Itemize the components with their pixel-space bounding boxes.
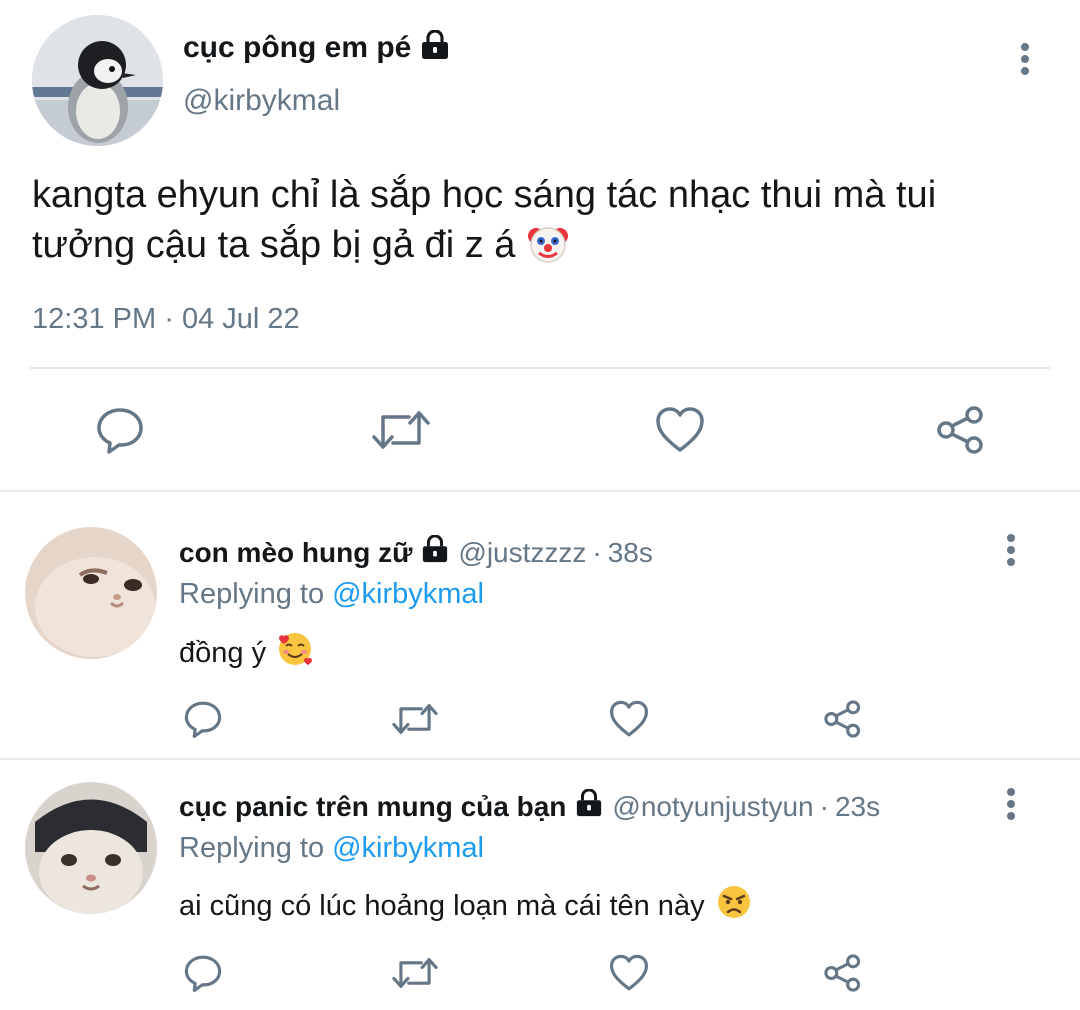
reply-timestamp[interactable]: 38s (608, 537, 653, 569)
penguin-avatar-image (32, 15, 163, 146)
more-vertical-icon[interactable] (996, 787, 1026, 821)
author-avatar[interactable] (32, 15, 163, 146)
more-vertical-icon[interactable] (1010, 42, 1040, 76)
divider (0, 490, 1080, 492)
retweet-button[interactable] (370, 402, 432, 458)
retweet-icon (392, 704, 438, 734)
like-button[interactable] (652, 402, 708, 458)
tweet-text: kangta ehyun chỉ là sắp học sáng tác nhạ… (32, 170, 1042, 273)
clown-face-emoji (525, 220, 571, 273)
reply-handle[interactable]: @justzzzz (458, 537, 586, 569)
share-button[interactable] (820, 698, 866, 740)
replying-to: Replying to @kirbykmal (179, 578, 484, 610)
reply-icon (184, 701, 222, 738)
author-display-name[interactable]: cục pông em pé (183, 29, 451, 68)
reply-header: con mèo hung zữ @justzzzz · 38s (179, 534, 653, 570)
reply-display-name[interactable]: cục panic trên mung của bạn (179, 791, 566, 823)
retweet-button[interactable] (390, 698, 440, 740)
reply-icon (184, 955, 222, 992)
reply-button[interactable] (180, 698, 226, 740)
reply-button[interactable] (180, 952, 226, 994)
reply-handle[interactable]: @notyunjustyun (612, 791, 813, 823)
reply-header: cục panic trên mung của bạn @notyunjusty… (179, 788, 880, 824)
heart-icon (656, 407, 704, 452)
share-icon (824, 700, 861, 738)
cat-avatar-image (25, 527, 157, 659)
like-button[interactable] (606, 952, 652, 994)
reply-display-name[interactable]: con mèo hung zữ (179, 537, 412, 569)
reply-icon (97, 408, 143, 454)
share-icon (937, 406, 983, 454)
tweet-timestamp[interactable]: 12:31 PM · 04 Jul 22 (32, 303, 300, 336)
heart-icon (609, 700, 648, 737)
reply-timestamp[interactable]: 23s (835, 791, 880, 823)
author-handle[interactable]: @kirbykmal (183, 84, 340, 118)
lock-icon (420, 534, 450, 570)
share-button[interactable] (820, 952, 866, 994)
reply-text: đồng ý (179, 630, 314, 676)
reply-avatar[interactable] (25, 527, 157, 659)
cat-avatar-image (25, 782, 157, 914)
like-button[interactable] (606, 698, 652, 740)
reply-text: ai cũng có lúc hoảng loạn mà cái tên này (179, 883, 753, 929)
retweet-button[interactable] (390, 952, 440, 994)
divider (0, 758, 1080, 760)
smiling-face-with-hearts-emoji (276, 630, 314, 676)
replying-to: Replying to @kirbykmal (179, 832, 484, 864)
heart-icon (609, 954, 648, 991)
lock-icon (419, 29, 451, 68)
mention-link[interactable]: @kirbykmal (332, 578, 484, 610)
reply-button[interactable] (90, 402, 150, 458)
lock-icon (574, 788, 604, 824)
retweet-icon (392, 958, 438, 988)
reply-avatar[interactable] (25, 782, 157, 914)
retweet-icon (372, 411, 430, 449)
mention-link[interactable]: @kirbykmal (332, 832, 484, 864)
more-vertical-icon[interactable] (996, 533, 1026, 567)
share-icon (824, 954, 861, 992)
share-button[interactable] (932, 402, 990, 458)
divider (30, 367, 1050, 369)
angry-face-emoji (715, 883, 753, 929)
